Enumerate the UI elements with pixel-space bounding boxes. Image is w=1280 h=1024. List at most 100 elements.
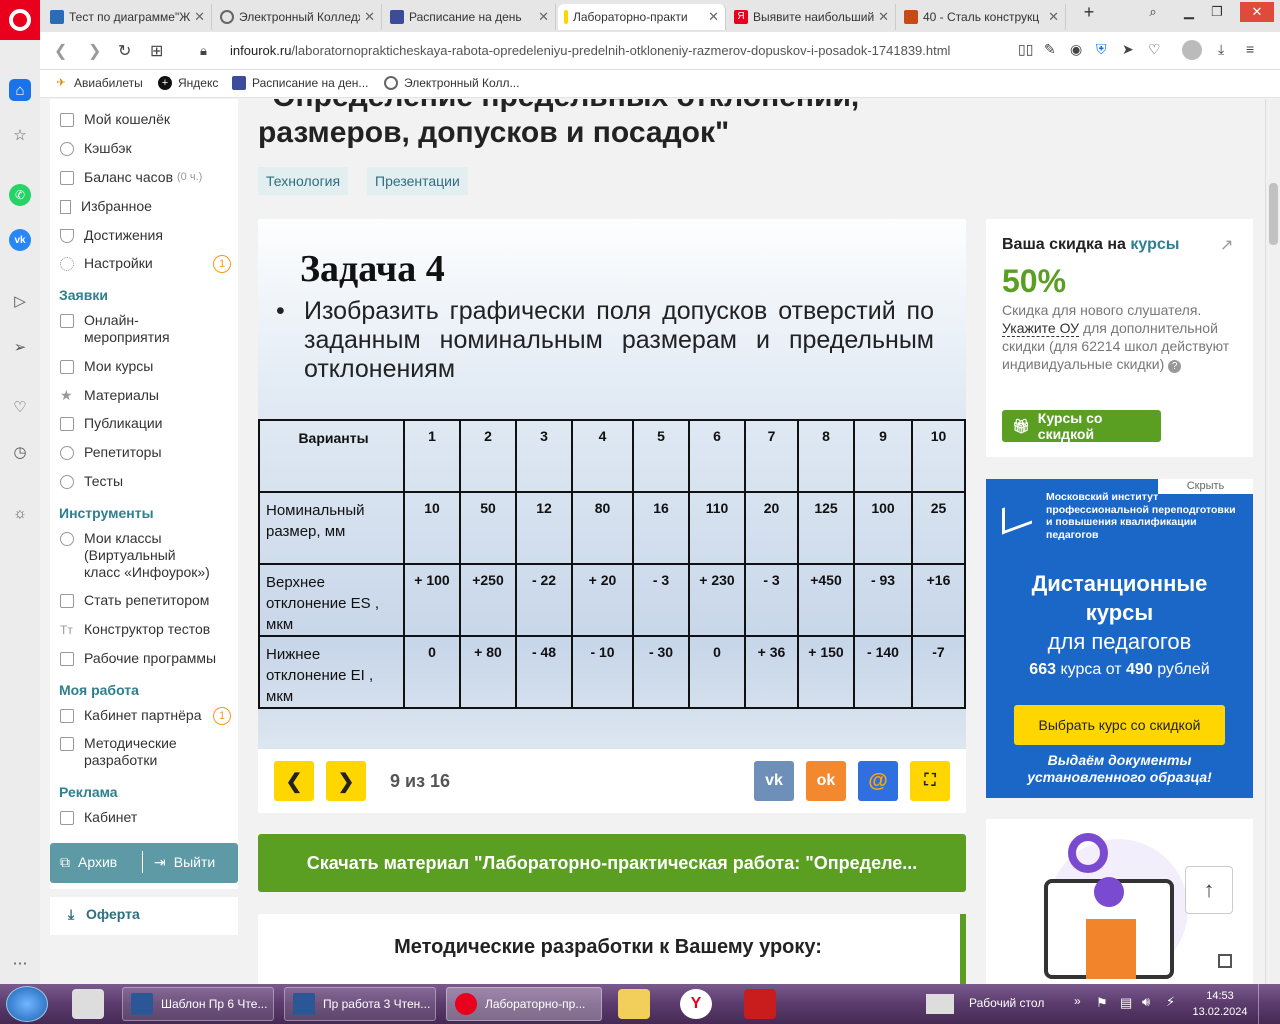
tray-flag-icon[interactable]: ⚑ xyxy=(1096,995,1108,1011)
menu-item-methodical[interactable]: Методические разработки xyxy=(60,735,177,769)
vk-icon[interactable]: vk xyxy=(9,229,31,251)
close-window-button[interactable]: ✕ xyxy=(1240,2,1274,22)
bookmark-college[interactable]: Электронный Колл... xyxy=(384,76,519,90)
specify-school-link[interactable]: Укажите ОУ xyxy=(1002,320,1080,337)
scrollbar-thumb[interactable] xyxy=(1269,183,1278,245)
more-icon[interactable]: ⋯ xyxy=(9,952,31,974)
reader-icon[interactable]: ▯▯ xyxy=(1018,41,1033,58)
menu-icon[interactable]: ≡ xyxy=(1246,41,1254,57)
tag-technology[interactable]: Технология xyxy=(258,167,349,195)
tag-presentations[interactable]: Презентации xyxy=(367,167,468,195)
bookmark-yandex[interactable]: + Яндекс xyxy=(158,76,218,90)
archive-button[interactable]: ⧉ Архив xyxy=(60,854,117,871)
close-icon[interactable]: ✕ xyxy=(538,9,549,25)
menu-item-settings[interactable]: Настройки xyxy=(60,255,153,272)
acrobat-icon[interactable] xyxy=(744,989,776,1019)
menu-item-hours-balance[interactable]: Баланс часов (0 ч.) xyxy=(60,169,202,186)
whatsapp-icon[interactable]: ✆ xyxy=(9,184,31,206)
volume-icon[interactable]: 🔊︎ xyxy=(1142,994,1150,1010)
menu-item-tests[interactable]: Тесты xyxy=(60,473,123,490)
heart-icon[interactable]: ♡ xyxy=(9,396,31,418)
tab-test-diagram[interactable]: Тест по диаграмме"Ж ✕ xyxy=(44,4,212,30)
menu-item-ad-cabinet[interactable]: Кабинет xyxy=(60,809,137,826)
history-clock-icon[interactable]: ◷ xyxy=(9,441,31,463)
courses-link[interactable]: курсы xyxy=(1130,236,1179,253)
menu-item-online-events[interactable]: Онлайн- мероприятия xyxy=(60,312,170,346)
logout-button[interactable]: ⇥ Выйти xyxy=(154,854,215,871)
close-icon[interactable]: ✕ xyxy=(878,9,889,25)
lock-icon[interactable]: 🔒︎ xyxy=(200,43,207,59)
taskbar-word-work[interactable]: Пр работа 3 Чтен... xyxy=(284,987,436,1021)
tab-find-largest[interactable]: Я Выявите наибольший ✕ xyxy=(728,4,896,30)
show-desktop-button[interactable] xyxy=(1258,984,1280,1024)
close-icon[interactable]: ✕ xyxy=(194,9,205,25)
next-slide-button[interactable]: ❯ xyxy=(326,761,366,801)
menu-item-cashback[interactable]: Кэшбэк xyxy=(60,140,132,157)
folder-icon[interactable] xyxy=(618,989,650,1019)
new-tab-button[interactable]: + xyxy=(1076,2,1102,22)
home-icon[interactable]: ⌂ xyxy=(9,79,31,101)
menu-item-publications[interactable]: Публикации xyxy=(60,415,162,432)
profile-avatar[interactable] xyxy=(1182,40,1202,60)
start-button[interactable] xyxy=(6,986,48,1022)
menu-item-tutors[interactable]: Репетиторы xyxy=(60,444,162,461)
restore-button[interactable]: ❐ xyxy=(1204,2,1230,22)
network-icon[interactable]: ▤ xyxy=(1120,995,1132,1011)
star-icon[interactable]: ☆ xyxy=(9,124,31,146)
system-clock[interactable]: 14:53 13.02.2024 xyxy=(1190,988,1250,1020)
scroll-top-button[interactable]: ↑ xyxy=(1185,866,1233,914)
menu-item-achievements[interactable]: Достижения xyxy=(60,227,163,244)
download-icon[interactable]: ⤓ xyxy=(1218,41,1224,58)
discount-courses-button[interactable]: 🎁︎ Курсы со скидкой xyxy=(1002,410,1161,442)
close-icon[interactable]: ✕ xyxy=(1048,9,1059,25)
send-icon[interactable]: ➤ xyxy=(1122,41,1134,58)
share-edit-icon[interactable]: ✎ xyxy=(1044,41,1056,58)
reload-icon[interactable]: ↻ xyxy=(118,41,131,61)
taskbar-opera[interactable]: Лабораторно-пр... xyxy=(446,987,602,1021)
heart-icon[interactable]: ♡ xyxy=(1148,41,1161,58)
menu-item-favorites[interactable]: Избранное xyxy=(60,198,152,215)
arrow-out-icon[interactable]: ↗ xyxy=(1220,235,1233,255)
close-icon[interactable]: ✕ xyxy=(364,9,375,25)
share-ok-button[interactable]: ok xyxy=(806,761,846,801)
page-scrollbar[interactable] xyxy=(1265,99,1280,984)
menu-item-my-courses[interactable]: Мои курсы xyxy=(60,358,153,375)
url-field[interactable]: infourok.ru/laboratornoprakticheskaya-ra… xyxy=(230,43,950,58)
oferta-link[interactable]: ⤓ Оферта xyxy=(50,897,238,935)
tab-lab-work[interactable]: Лабораторно-практи ✕ xyxy=(558,4,726,30)
share-mail-button[interactable]: @ xyxy=(858,761,898,801)
tab-electronic-college[interactable]: Электронный Колледж ✕ xyxy=(214,4,382,30)
calculator-icon[interactable] xyxy=(72,989,104,1019)
speed-dial-icon[interactable]: ⊞ xyxy=(150,41,163,61)
ad-banner-courses[interactable]: Скрыть Московский институт профессиональ… xyxy=(986,479,1253,798)
bookmark-flights[interactable]: ✈ Авиабилеты xyxy=(54,76,142,90)
search-tabs-icon[interactable]: ⌕ xyxy=(1140,2,1166,22)
player-icon[interactable]: ▷ xyxy=(9,290,31,312)
tab-steel[interactable]: 40 - Сталь конструкц ✕ xyxy=(898,4,1066,30)
menu-item-become-tutor[interactable]: Стать репетитором xyxy=(60,592,209,609)
desktop-preview-icon[interactable] xyxy=(926,994,954,1014)
menu-item-materials[interactable]: ★ Материалы xyxy=(60,387,159,404)
menu-item-work-programs[interactable]: Рабочие программы xyxy=(60,650,216,667)
taskbar-word-template[interactable]: Шаблон Пр 6 Чте... xyxy=(122,987,274,1021)
back-icon[interactable]: ❮ xyxy=(54,41,67,61)
yandex-browser-icon[interactable]: Y xyxy=(680,989,712,1019)
prev-slide-button[interactable]: ❮ xyxy=(274,761,314,801)
power-icon[interactable]: ⚡︎ xyxy=(1166,994,1175,1010)
menu-item-wallet[interactable]: Мой кошелёк xyxy=(60,111,170,128)
vpn-shield-icon[interactable]: ⛨ xyxy=(1096,41,1107,58)
tab-schedule[interactable]: Расписание на день ✕ xyxy=(384,4,556,30)
opera-menu-button[interactable] xyxy=(0,0,40,40)
close-icon[interactable]: ✕ xyxy=(708,9,719,25)
help-icon[interactable]: ? xyxy=(1168,360,1182,373)
download-material-button[interactable]: Скачать материал "Лабораторно-практическ… xyxy=(258,834,966,892)
bookmark-schedule[interactable]: Расписание на ден... xyxy=(232,76,368,90)
minimize-button[interactable]: ▁ xyxy=(1176,2,1202,22)
tray-expand-icon[interactable]: » xyxy=(1074,994,1081,1008)
lightbulb-icon[interactable]: ☼ xyxy=(9,502,31,524)
snapshot-icon[interactable]: ◉ xyxy=(1070,41,1082,58)
share-vk-button[interactable]: vk xyxy=(754,761,794,801)
menu-item-my-classes[interactable]: Мои классы (Виртуальный класс «Инфоурок»… xyxy=(60,530,210,581)
menu-item-test-constructor[interactable]: Tт Конструктор тестов xyxy=(60,621,210,638)
send-icon[interactable]: ➢ xyxy=(9,336,31,358)
